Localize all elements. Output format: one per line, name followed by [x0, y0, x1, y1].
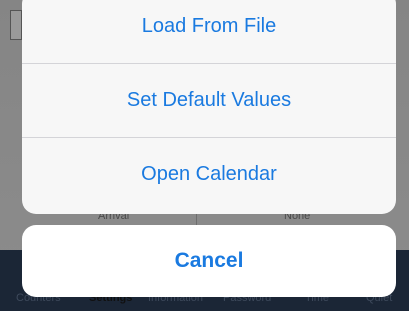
set-default-values-button[interactable]: Set Default Values — [22, 64, 396, 137]
background-text-box — [10, 10, 22, 40]
action-sheet: Load From File Set Default Values Open C… — [22, 0, 396, 214]
open-calendar-button[interactable]: Open Calendar — [22, 138, 396, 211]
cancel-button[interactable]: Cancel — [22, 225, 396, 297]
load-from-file-button[interactable]: Load From File — [22, 0, 396, 63]
